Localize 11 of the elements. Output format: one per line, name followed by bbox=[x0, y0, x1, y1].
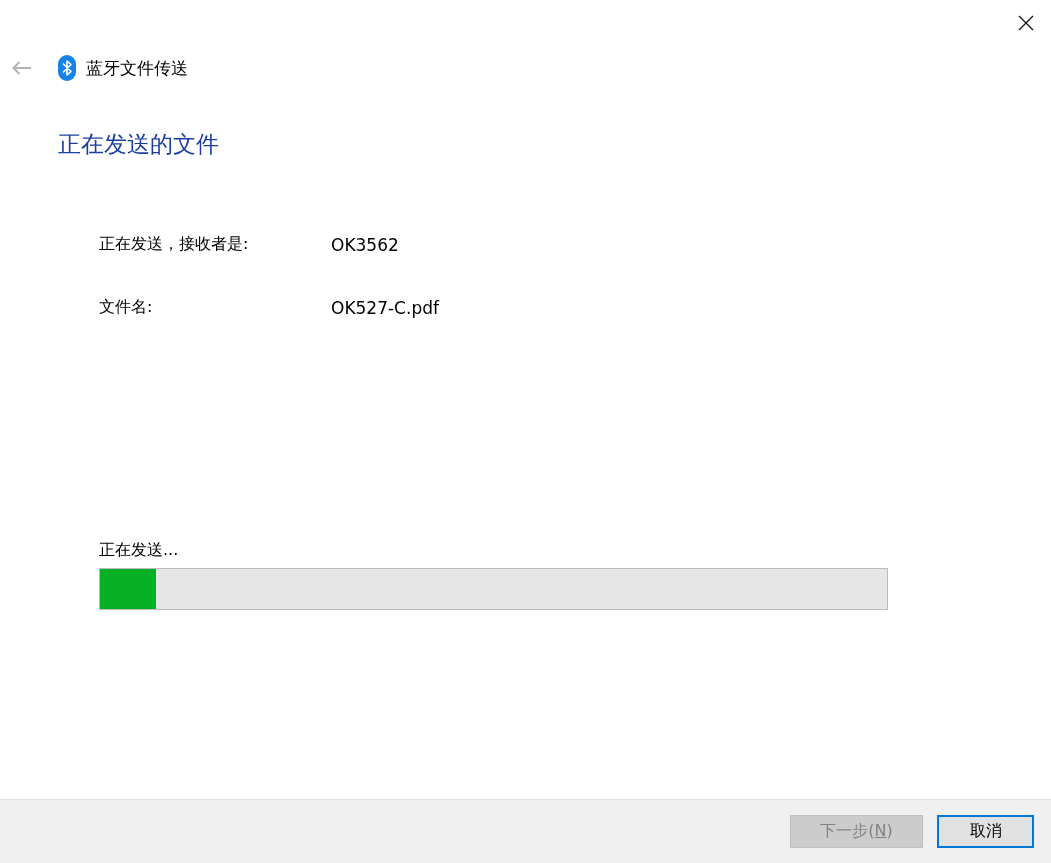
window-title: 蓝牙文件传送 bbox=[86, 56, 188, 80]
progress-label: 正在发送... bbox=[99, 539, 180, 561]
page-heading: 正在发送的文件 bbox=[58, 130, 220, 159]
back-arrow-icon bbox=[12, 61, 32, 75]
detail-value: OK527-C.pdf bbox=[331, 297, 439, 318]
detail-label: 文件名: bbox=[99, 297, 154, 318]
cancel-button[interactable]: 取消 bbox=[937, 815, 1034, 848]
bluetooth-icon bbox=[58, 55, 76, 81]
close-icon bbox=[1018, 15, 1034, 31]
detail-value: OK3562 bbox=[331, 234, 399, 255]
detail-label: 正在发送，接收者是: bbox=[99, 234, 250, 255]
